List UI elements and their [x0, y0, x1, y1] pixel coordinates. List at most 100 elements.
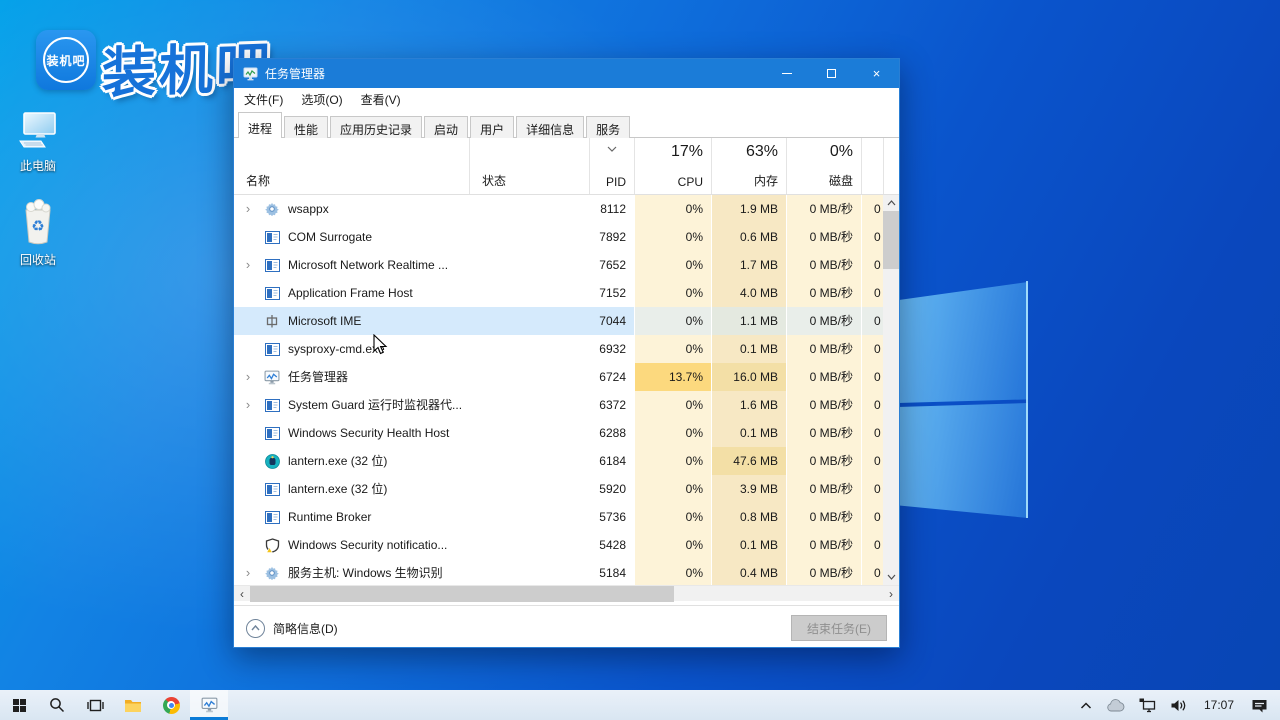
process-row[interactable]: lantern.exe (32 位)61840%47.6 MB0 MB/秒0 — [234, 447, 883, 475]
show-hidden-icons-button[interactable] — [1073, 690, 1099, 720]
expand-chevron-icon[interactable]: › — [240, 559, 256, 585]
close-button[interactable]: × — [854, 59, 899, 88]
process-row[interactable]: Application Frame Host71520%4.0 MB0 MB/秒… — [234, 279, 883, 307]
tab-1[interactable]: 性能 — [284, 116, 328, 138]
process-row[interactable]: Windows Security Health Host62880%0.1 MB… — [234, 419, 883, 447]
process-status — [469, 531, 589, 559]
vertical-scrollbar[interactable] — [883, 195, 899, 585]
process-cpu: 0% — [634, 307, 711, 335]
process-memory: 47.6 MB — [711, 447, 786, 475]
process-row[interactable]: ›Microsoft Network Realtime ...76520%1.7… — [234, 251, 883, 279]
desktop-icon-recycle-bin[interactable]: ♻ 回收站 — [0, 198, 76, 268]
search-button[interactable] — [38, 690, 76, 720]
process-row[interactable]: ›服务主机: Windows 生物识别51840%0.4 MB0 MB/秒0 — [234, 559, 883, 585]
taskmgr-titlebar-icon — [243, 67, 258, 81]
process-disk: 0 MB/秒 — [786, 335, 861, 363]
menu-item-1[interactable]: 选项(O) — [301, 91, 342, 108]
sort-chevron-down-icon — [607, 141, 617, 155]
horizontal-scrollbar[interactable]: ‹ › — [234, 585, 899, 601]
volume-tray-button[interactable] — [1163, 690, 1194, 720]
process-row[interactable]: Windows Security notificatio...54280%0.1… — [234, 531, 883, 559]
taskbar: 17:07 — [0, 690, 1280, 720]
process-memory: 0.1 MB — [711, 531, 786, 559]
end-task-button[interactable]: 结束任务(E) — [791, 615, 887, 641]
scroll-left-arrow[interactable]: ‹ — [234, 586, 250, 602]
process-cpu: 0% — [634, 531, 711, 559]
tab-3[interactable]: 启动 — [424, 116, 468, 138]
window-titlebar[interactable]: 任务管理器 × — [234, 59, 899, 88]
process-row[interactable]: Runtime Broker57360%0.8 MB0 MB/秒0 — [234, 503, 883, 531]
column-header-pid[interactable]: PID — [589, 138, 634, 194]
desktop-icon-this-pc[interactable]: 此电脑 — [0, 110, 76, 174]
process-network-partial: 0 — [861, 279, 883, 307]
fewer-details-label: 简略信息(D) — [273, 620, 338, 637]
process-network-partial: 0 — [861, 391, 883, 419]
menu-item-2[interactable]: 查看(V) — [361, 91, 401, 108]
tab-5[interactable]: 详细信息 — [516, 116, 584, 138]
process-name: Windows Security Health Host — [288, 419, 449, 447]
app-window-icon — [264, 397, 280, 413]
expand-chevron-icon[interactable]: › — [240, 251, 256, 279]
process-row[interactable]: ›System Guard 运行时监视器代...63720%1.6 MB0 MB… — [234, 391, 883, 419]
taskbar-clock[interactable]: 17:07 — [1194, 698, 1244, 712]
scroll-down-arrow[interactable] — [883, 569, 899, 585]
expand-chevron-icon[interactable]: › — [240, 363, 256, 391]
process-cpu: 0% — [634, 251, 711, 279]
windows-logo-edge — [1026, 281, 1028, 518]
task-manager-taskbar-button[interactable] — [190, 690, 228, 720]
onedrive-tray-button[interactable] — [1099, 690, 1132, 720]
tab-2[interactable]: 应用历史记录 — [330, 116, 422, 138]
horizontal-scrollbar-thumb[interactable] — [250, 586, 674, 602]
chrome-button[interactable] — [152, 690, 190, 720]
process-status — [469, 251, 589, 279]
process-row[interactable]: ›任务管理器672413.7%16.0 MB0 MB/秒0 — [234, 363, 883, 391]
process-status — [469, 475, 589, 503]
process-memory: 0.4 MB — [711, 559, 786, 585]
process-memory: 0.6 MB — [711, 223, 786, 251]
brand-logo-ring: 装机吧 — [43, 37, 89, 83]
scroll-right-arrow[interactable]: › — [883, 586, 899, 602]
process-name: System Guard 运行时监视器代... — [288, 391, 462, 419]
process-cpu: 0% — [634, 195, 711, 223]
file-explorer-button[interactable] — [114, 690, 152, 720]
process-pid: 5920 — [589, 475, 634, 503]
start-button[interactable] — [0, 690, 38, 720]
column-header-network-partial[interactable] — [861, 138, 883, 194]
process-cpu: 0% — [634, 223, 711, 251]
lantern-icon — [264, 453, 280, 469]
column-header-cpu[interactable]: 17% CPU — [634, 138, 711, 194]
process-cpu: 0% — [634, 419, 711, 447]
action-center-button[interactable] — [1244, 690, 1280, 720]
column-header-memory[interactable]: 63% 内存 — [711, 138, 786, 194]
cpu-total-usage: 17% — [671, 143, 703, 161]
tab-4[interactable]: 用户 — [470, 116, 514, 138]
tab-0[interactable]: 进程 — [238, 112, 282, 138]
tab-6[interactable]: 服务 — [586, 116, 630, 138]
process-row[interactable]: lantern.exe (32 位)59200%3.9 MB0 MB/秒0 — [234, 475, 883, 503]
maximize-button[interactable] — [809, 59, 854, 88]
process-row[interactable]: ›wsappx81120%1.9 MB0 MB/秒0 — [234, 195, 883, 223]
process-memory: 1.7 MB — [711, 251, 786, 279]
network-tray-button[interactable] — [1132, 690, 1163, 720]
column-header-disk[interactable]: 0% 磁盘 — [786, 138, 861, 194]
scroll-up-arrow[interactable] — [883, 195, 899, 211]
chrome-icon — [163, 697, 180, 714]
process-disk: 0 MB/秒 — [786, 419, 861, 447]
process-row[interactable]: sysproxy-cmd.exe69320%0.1 MB0 MB/秒0 — [234, 335, 883, 363]
fewer-details-toggle[interactable]: 简略信息(D) — [246, 619, 338, 638]
column-header-status[interactable]: 状态 — [469, 138, 589, 194]
process-name: Runtime Broker — [288, 503, 371, 531]
process-cpu: 0% — [634, 279, 711, 307]
menu-item-0[interactable]: 文件(F) — [244, 91, 283, 108]
process-network-partial: 0 — [861, 419, 883, 447]
vertical-scrollbar-thumb[interactable] — [883, 211, 899, 269]
process-pid: 7044 — [589, 307, 634, 335]
expand-chevron-icon[interactable]: › — [240, 195, 256, 223]
expand-chevron-icon[interactable]: › — [240, 391, 256, 419]
process-row[interactable]: COM Surrogate78920%0.6 MB0 MB/秒0 — [234, 223, 883, 251]
minimize-button[interactable] — [764, 59, 809, 88]
column-header-name[interactable]: 名称 — [234, 138, 469, 194]
task-view-button[interactable] — [76, 690, 114, 720]
process-row[interactable]: Microsoft IME70440%1.1 MB0 MB/秒0 — [234, 307, 883, 335]
process-memory: 4.0 MB — [711, 279, 786, 307]
